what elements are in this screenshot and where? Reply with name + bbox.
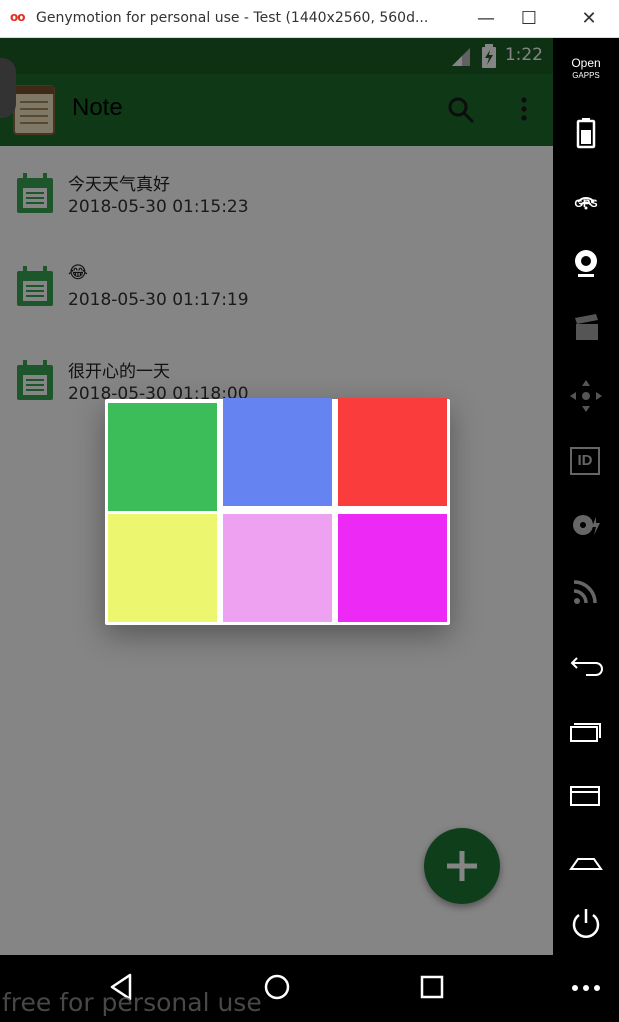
open-gapps-button[interactable]: Open GAPPS	[561, 56, 611, 81]
back-button-icon[interactable]	[566, 645, 606, 685]
menu-icon[interactable]	[566, 775, 606, 815]
watermark-text: free for personal use	[2, 988, 262, 1017]
color-picker-dialog	[105, 398, 450, 625]
color-swatch-red[interactable]	[338, 398, 447, 506]
device-id-button[interactable]: ID	[570, 447, 600, 475]
genymotion-logo: oo	[10, 10, 25, 24]
dpad-icon[interactable]	[566, 376, 606, 416]
home-icon[interactable]	[566, 841, 606, 881]
home-nav-icon[interactable]	[257, 967, 297, 1007]
power-icon[interactable]	[566, 904, 606, 944]
recent-apps-icon[interactable]	[566, 711, 606, 751]
recents-nav-icon[interactable]	[412, 967, 452, 1007]
window-title: Genymotion for personal use - Test (1440…	[36, 10, 429, 26]
emulator-sidebar: Open GAPPS GPS ID	[553, 38, 619, 1022]
disk-io-icon[interactable]	[566, 505, 606, 545]
color-swatch-magenta[interactable]	[338, 514, 447, 622]
close-button[interactable]: ✕	[569, 6, 609, 32]
side-drawer-handle[interactable]	[0, 58, 16, 118]
network-icon[interactable]	[566, 571, 606, 611]
more-options-icon[interactable]	[566, 968, 606, 1008]
maximize-button[interactable]: ☐	[509, 6, 549, 32]
color-swatch-green[interactable]	[108, 403, 217, 511]
android-screen: 1:22 Note 今天天气真好 2018-05-30 01:15:23 😂 2…	[0, 38, 553, 955]
gps-button[interactable]: GPS	[561, 198, 611, 210]
gapps-label: GAPPS	[572, 71, 600, 80]
window-titlebar: oo Genymotion for personal use - Test (1…	[0, 0, 619, 38]
color-swatch-pink[interactable]	[223, 514, 332, 622]
screencast-icon[interactable]	[566, 308, 606, 348]
minimize-button[interactable]: —	[466, 6, 506, 32]
open-gapps-label: Open	[571, 56, 601, 70]
color-swatch-yellow[interactable]	[108, 514, 217, 622]
webcam-icon[interactable]	[566, 243, 606, 283]
color-swatch-blue[interactable]	[223, 398, 332, 506]
battery-icon[interactable]	[566, 114, 606, 154]
